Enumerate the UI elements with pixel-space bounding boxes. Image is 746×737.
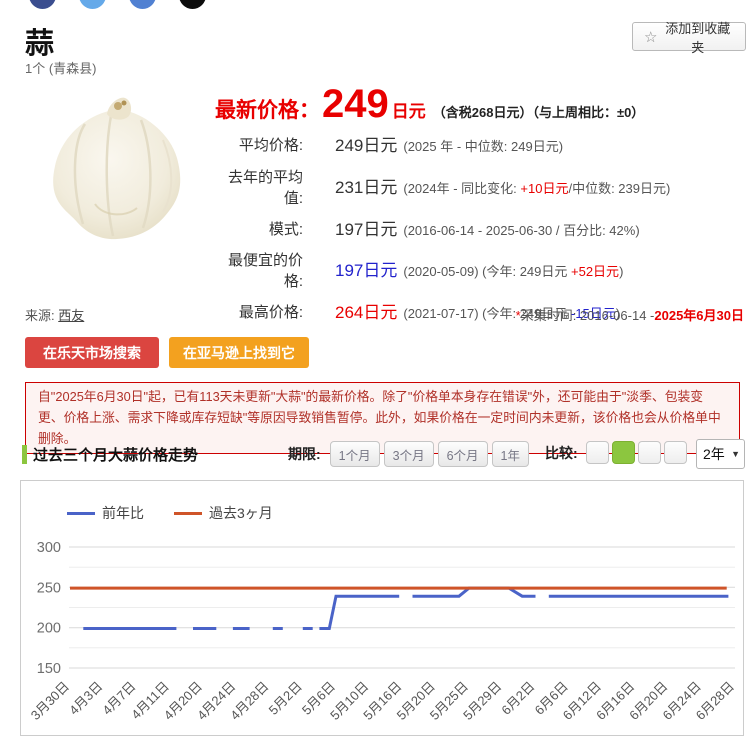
compare-slot-3[interactable] [637,441,661,464]
price-row-note: (2016-06-14 - 2025-06-30 / 百分比: 42%) [403,222,640,238]
price-row-note: (2024年 - 同比变化: [403,180,521,196]
legend-label: 前年比 [102,505,144,521]
star-icon: ☆ [644,28,658,46]
compare-controls: 比较: [545,441,687,464]
add-to-favorites-label: 添加到收藏夹 [665,20,731,55]
legend-line-swatch [174,511,202,515]
legend-line-swatch [67,511,95,515]
legend-label: 過去3ヶ月 [209,505,273,521]
legend-item: 過去3ヶ月 [174,503,273,523]
add-to-favorites-button[interactable]: ☆ 添加到收藏夹 [632,21,746,55]
period-button-3[interactable]: 6个月 [437,441,488,467]
price-delta: +10日元 [520,180,569,196]
social-share-row [29,0,206,9]
product-subtitle: 1个 (青森县) [25,61,97,76]
price-row-label: 最便宜的价格: [227,252,303,290]
source-label: 来源: [25,308,59,323]
price-row-value: 197日元 [335,219,398,239]
price-row-label: 最高价格: [238,304,303,322]
range-select-wrap: 2年 ▼ [696,439,745,469]
price-trend-chart: 300 250 200 150 3月30日 4月3日 4月7日 4月11日 4月20日 4月24日… [20,480,744,736]
y-axis-tick-label: 250 [37,580,61,596]
source-link[interactable]: 西友 [58,308,84,323]
latest-price-unit: 日元 [391,102,426,121]
social-icon-twitter[interactable] [79,0,106,9]
social-icon-facebook[interactable] [29,0,56,9]
price-row-label: 平均价格: [238,137,303,155]
collect-time-row: *采集时间: 2016-06-14 -2025年6月30日 [516,305,744,324]
page-title: 蒜 [25,28,55,60]
source-row: 来源: 西友 [25,305,84,324]
legend-item: 前年比 [67,503,144,523]
x-axis-tick-label: 5月2日 [266,679,305,718]
price-delta: +52日元 [571,264,620,280]
period-button-group: 1个月 3个月 6个月 1年 [329,441,529,467]
compare-slot-group [585,441,687,464]
y-axis-tick-label: 150 [37,661,61,677]
find-on-amazon-button[interactable]: 在亚马逊上找到它 [169,337,309,368]
range-select[interactable]: 2年 [696,439,745,469]
price-row-value: 197日元 [335,261,398,281]
price-row-note: /中位数: 239日元) [568,180,671,196]
chart-section-title: 过去三个月大蒜价格走势 [33,447,199,464]
chart-legend: 前年比 過去3ヶ月 [67,503,273,523]
price-row-note: (2020-05-09) (今年: 249日元 [403,264,571,280]
period-button-4[interactable]: 1年 [491,441,529,467]
compare-slot-4[interactable] [663,441,687,464]
period-label: 期限: [288,446,321,462]
period-button-2[interactable]: 3个月 [383,441,434,467]
price-row-cheapest: 最便宜的价格: 197日元 (2020-05-09) (今年: 249日元 +52… [215,250,746,292]
price-row-note: ) [619,264,624,280]
compare-slot-2[interactable] [611,441,635,464]
x-axis-tick-label: 6月2日 [498,679,537,718]
price-summary: 最新价格： 249 日元 （含税268日元）（与上周相比：±0） 平均价格: 2… [215,84,746,334]
price-row-last-year-average: 去年的平均值: 231日元 (2024年 - 同比变化: +10日元/中位数: 2… [215,167,746,209]
price-row-note: (2025 年 - 中位数: 249日元) [403,139,564,154]
collect-end-date: 2025年6月30日 [654,308,744,323]
price-row-average: 平均价格: 249日元 (2025 年 - 中位数: 249日元) [215,133,746,159]
product-image-garlic [25,84,206,256]
price-row-label: 去年的平均值: [227,168,303,207]
chart-section-header: 过去三个月大蒜价格走势 [22,444,198,465]
x-axis-tick-label: 3月30日 [28,679,72,723]
price-row-mode: 模式: 197日元 (2016-06-14 - 2025-06-30 / 百分比:… [215,217,746,243]
price-row-value: 231日元 [335,177,398,197]
search-rakuten-button[interactable]: 在乐天市场搜索 [25,337,159,368]
social-icon-share[interactable] [129,0,156,9]
period-button-1[interactable]: 1个月 [329,441,380,467]
social-icon-x[interactable] [179,0,206,9]
section-accent-bar [22,445,27,464]
compare-slot-1[interactable] [585,441,609,464]
latest-price-row: 最新价格： 249 日元 （含税268日元）（与上周相比：±0） [215,84,746,124]
latest-price-label: 最新价格： [215,99,320,122]
y-axis-tick-label: 200 [37,621,61,637]
period-controls: 期限: 1个月 3个月 6个月 1年 [288,441,529,467]
product-price-page: 蒜 1个 (青森县) ☆ 添加到收藏夹 最新价格： 249 日元 （含税268日… [0,0,746,737]
compare-label: 比较: [545,444,578,461]
x-axis-tick-label: 4月3日 [66,679,105,718]
series-line-前年比 [319,594,400,630]
price-row-value: 249日元 [335,136,398,155]
price-row-label: 模式: [268,220,303,238]
latest-price-note: （含税268日元）（与上周相比：±0） [432,105,645,120]
y-axis-tick-label: 300 [37,540,61,556]
latest-price-value: 249 [322,82,389,126]
price-row-value: 264日元 [335,303,398,322]
collect-time-label: 采集时间: 2016-06-14 - [520,308,655,323]
